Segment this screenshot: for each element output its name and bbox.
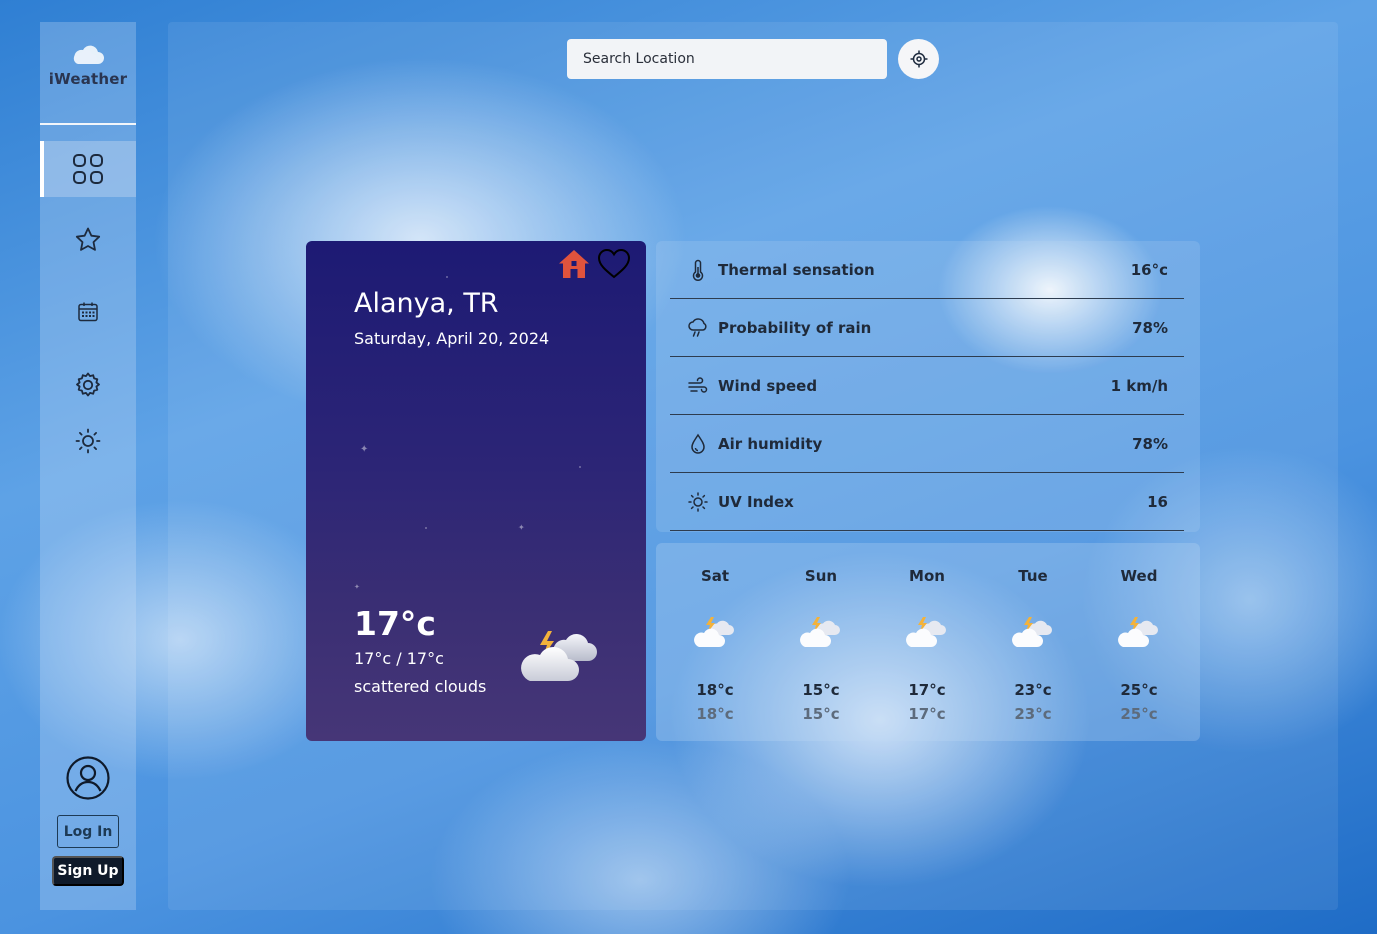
star-dot	[579, 466, 581, 468]
star-decoration: ✦	[518, 523, 525, 532]
forecast-min-temp: 23°c	[1014, 705, 1052, 723]
crosshair-icon	[910, 50, 927, 68]
sun-icon	[688, 491, 708, 512]
app-logo: iWeather	[40, 44, 136, 88]
cloud-logo-icon	[73, 45, 104, 64]
detail-row-thermal: Thermal sensation 16°c	[670, 241, 1184, 299]
sidebar-item-calendar[interactable]	[40, 294, 136, 330]
forecast-min-temp: 17°c	[908, 705, 946, 723]
forecast-day: Mon 17°c 17°c	[874, 543, 980, 741]
sun-icon	[75, 428, 101, 454]
forecast-max-temp: 17°c	[908, 681, 946, 699]
login-button[interactable]: Log In	[57, 815, 119, 848]
forecast-day: Tue 23°c 23°c	[980, 543, 1086, 741]
forecast-max-temp: 25°c	[1120, 681, 1158, 699]
detail-row-wind: Wind speed 1 km/h	[670, 357, 1184, 415]
thermometer-icon	[692, 259, 704, 281]
cloud-lightning-icon	[1012, 617, 1052, 647]
forecast-max-temp: 18°c	[696, 681, 734, 699]
forecast-min-temp: 15°c	[802, 705, 840, 723]
cloud-lightning-icon	[521, 631, 597, 681]
forecast-max-temp: 15°c	[802, 681, 840, 699]
app-name: iWeather	[48, 70, 128, 88]
detail-label: Wind speed	[718, 376, 818, 395]
sidebar-item-settings[interactable]	[40, 366, 136, 404]
current-date: Saturday, April 20, 2024	[354, 329, 550, 348]
detail-label: Probability of rain	[718, 318, 872, 337]
wind-icon	[688, 376, 708, 393]
current-weather-card: ✦ ✦ ✦ Alanya, TR Saturday, April 20, 202…	[306, 241, 646, 741]
forecast-day-name: Wed	[1120, 567, 1158, 585]
user-avatar-icon[interactable]	[66, 756, 110, 800]
cloud-lightning-icon	[906, 617, 946, 647]
star-decoration: ✦	[360, 444, 369, 455]
forecast-day: Sat 18°c 18°c	[662, 543, 768, 741]
forecast-min-temp: 18°c	[696, 705, 734, 723]
detail-label: UV Index	[718, 492, 794, 511]
sidebar-item-favorites[interactable]	[40, 220, 136, 260]
forecast-day: Sun 15°c 15°c	[768, 543, 874, 741]
detail-value: 1 km/h	[1110, 376, 1168, 395]
detail-value: 16	[1147, 492, 1168, 511]
cloud-lightning-icon	[1118, 617, 1158, 647]
city-name: Alanya, TR	[354, 288, 499, 319]
droplet-icon	[691, 433, 705, 454]
cloud-lightning-icon	[694, 617, 734, 647]
star-dot	[446, 276, 448, 278]
detail-row-uv: UV Index 16	[670, 473, 1184, 531]
favorite-heart-icon[interactable]	[597, 248, 631, 280]
grid-icon	[73, 154, 103, 184]
forecast-day-name: Sat	[700, 567, 730, 585]
star-decoration: ✦	[354, 583, 360, 591]
detail-value: 16°c	[1130, 260, 1168, 279]
weather-description: scattered clouds	[354, 677, 487, 696]
sidebar-item-theme[interactable]	[40, 424, 136, 458]
forecast-min-temp: 25°c	[1120, 705, 1158, 723]
temperature-range: 17°c / 17°c	[354, 649, 444, 668]
detail-value: 78%	[1132, 434, 1168, 453]
calendar-icon	[78, 302, 98, 322]
search-input[interactable]	[567, 39, 887, 79]
forecast-day: Wed 25°c 25°c	[1086, 543, 1192, 741]
star-icon	[75, 227, 101, 251]
rain-cloud-icon	[688, 317, 707, 337]
star-dot	[425, 527, 427, 529]
current-temperature: 17°c	[354, 604, 436, 643]
sidebar-item-dashboard[interactable]	[40, 141, 136, 197]
forecast-day-name: Mon	[909, 567, 945, 585]
forecast-day-name: Tue	[1018, 567, 1048, 585]
forecast-day-name: Sun	[804, 567, 838, 585]
sidebar: iWeather Log In Sign Up	[40, 22, 136, 910]
detail-label: Thermal sensation	[718, 260, 875, 279]
gear-icon	[76, 372, 100, 397]
current-location-button[interactable]	[898, 39, 939, 79]
forecast-panel: Sat 18°c 18°c Sun 15°c 15°c Mon 17°c 17°…	[656, 543, 1200, 741]
detail-label: Air humidity	[718, 434, 823, 453]
signup-button[interactable]: Sign Up	[52, 856, 124, 886]
detail-row-rain: Probability of rain 78%	[670, 299, 1184, 357]
detail-value: 78%	[1132, 318, 1168, 337]
forecast-max-temp: 23°c	[1014, 681, 1052, 699]
sidebar-divider	[40, 123, 136, 125]
detail-row-humidity: Air humidity 78%	[670, 415, 1184, 473]
weather-details-panel: Thermal sensation 16°c Probability of ra…	[656, 241, 1200, 532]
home-icon[interactable]	[558, 249, 590, 279]
cloud-lightning-icon	[800, 617, 840, 647]
